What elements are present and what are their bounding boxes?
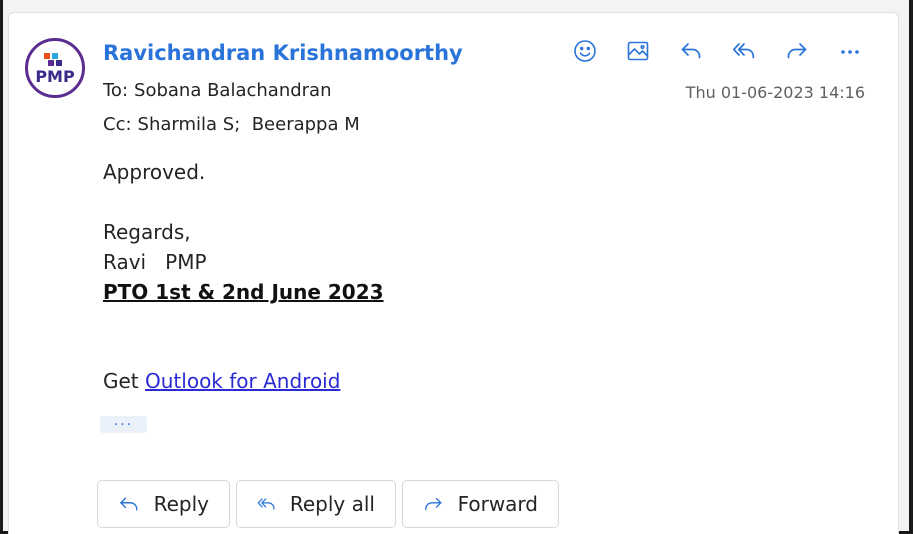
body-approved: Approved. (103, 160, 206, 184)
outlook-android-link[interactable]: Outlook for Android (145, 369, 340, 393)
more-icon[interactable] (834, 37, 866, 65)
reply-all-icon (257, 498, 275, 510)
cc-line: Cc: Sharmila S; Beerappa M (103, 114, 360, 135)
pmi-logo-icon (44, 53, 66, 67)
reply-icon[interactable] (675, 37, 707, 65)
reply-bar: Reply Reply all Forward (97, 480, 565, 528)
window-frame-right (909, 0, 913, 534)
reply-button[interactable]: Reply (97, 480, 230, 528)
forward-button-label: Forward (457, 492, 538, 516)
avatar[interactable]: PMP (25, 38, 85, 98)
reply-button-label: Reply (153, 492, 209, 516)
message-timestamp: Thu 01-06-2023 14:16 (685, 83, 865, 102)
forward-button[interactable]: Forward (402, 480, 559, 528)
reply-all-button-label: Reply all (289, 492, 375, 516)
to-recipient[interactable]: Sobana Balachandran (134, 80, 331, 101)
reply-icon (120, 497, 138, 511)
body-regards: Regards, (103, 220, 191, 244)
show-quoted-text-button[interactable]: ··· (100, 416, 147, 433)
cc-label: Cc: (103, 114, 132, 135)
message-card: PMP Ravichandran Krishnamoorthy To: Soban… (8, 12, 899, 534)
message-toolbar (569, 37, 866, 65)
cc-recipients[interactable]: Sharmila S; Beerappa M (138, 114, 360, 135)
emoji-icon[interactable] (569, 37, 601, 65)
window-frame-left (0, 0, 3, 534)
body-pto-note: PTO 1st & 2nd June 2023 (103, 280, 384, 304)
body-get-outlook: Get Outlook for Android (103, 369, 340, 393)
to-label: To: (103, 80, 129, 101)
forward-icon[interactable] (781, 37, 813, 65)
avatar-text: PMP (35, 67, 75, 86)
sender-name[interactable]: Ravichandran Krishnamoorthy (103, 41, 463, 65)
reply-all-icon[interactable] (728, 37, 760, 65)
forward-icon (425, 497, 442, 511)
reply-all-button[interactable]: Reply all (236, 480, 396, 528)
to-line: To: Sobana Balachandran (103, 80, 332, 101)
body-signature: Ravi PMP (103, 250, 207, 274)
image-icon[interactable] (622, 37, 654, 65)
get-prefix: Get (103, 369, 146, 393)
